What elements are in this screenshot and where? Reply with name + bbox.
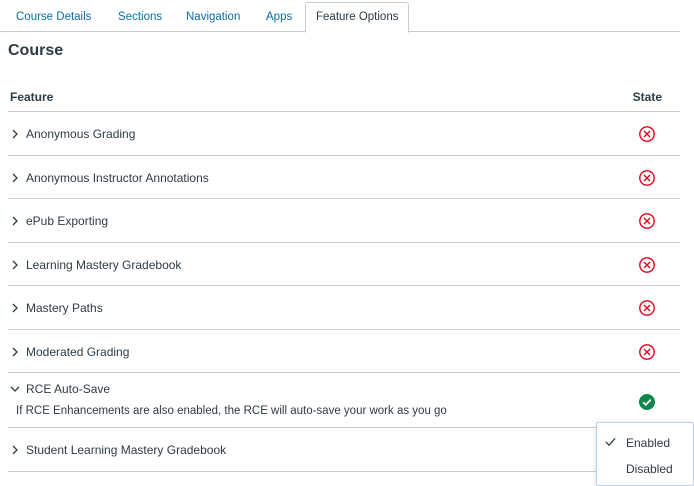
x-circle-icon[interactable]: [638, 299, 656, 317]
checkmark-icon: [605, 437, 616, 447]
menu-item-label: Disabled: [626, 462, 673, 476]
tab-feature-options[interactable]: Feature Options: [305, 2, 410, 33]
feature-toggle[interactable]: Mastery Paths: [10, 300, 103, 316]
chevron-right-icon: [12, 173, 18, 182]
feature-label: Anonymous Instructor Annotations: [26, 170, 209, 185]
menu-item-enabled[interactable]: Enabled: [597, 431, 693, 455]
x-circle-icon[interactable]: [638, 169, 656, 187]
feature-label: RCE Auto-Save: [26, 382, 111, 396]
header-state: State: [632, 90, 662, 104]
x-circle-icon[interactable]: [638, 212, 656, 230]
x-circle-icon[interactable]: [638, 343, 656, 361]
feature-label: Moderated Grading: [26, 344, 130, 359]
feature-row: Anonymous Instructor Annotations: [8, 156, 680, 199]
check-circle-icon[interactable]: [638, 393, 656, 411]
tab-navigation[interactable]: Navigation: [176, 6, 250, 32]
feature-row: Student Learning Mastery Gradebook: [8, 428, 680, 472]
chevron-right-icon: [12, 445, 18, 455]
chevron-right-icon: [12, 303, 18, 313]
chevron-right-icon: [12, 260, 18, 269]
feature-row: Learning Mastery Gradebook: [8, 243, 680, 286]
header-feature: Feature: [10, 90, 54, 104]
tab-course-details[interactable]: Course Details: [6, 6, 101, 32]
feature-toggle[interactable]: Moderated Grading: [10, 344, 129, 360]
feature-toggle[interactable]: ePub Exporting: [10, 213, 108, 229]
x-circle-icon[interactable]: [638, 256, 656, 274]
feature-toggle[interactable]: Student Learning Mastery Gradebook: [10, 442, 226, 458]
chevron-right-icon: [12, 129, 18, 139]
settings-tabs: Course Details Sections Navigation Apps …: [0, 0, 680, 33]
state-dropdown-menu: Enabled Disabled: [596, 422, 694, 486]
table-header: Feature State: [8, 80, 680, 112]
feature-toggle[interactable]: Anonymous Instructor Annotations: [10, 170, 209, 186]
feature-row: Mastery Paths: [8, 286, 680, 330]
feature-row: Anonymous Grading: [8, 112, 680, 156]
chevron-right-icon: [12, 347, 18, 356]
feature-toggle[interactable]: RCE Auto-Save: [10, 381, 110, 397]
feature-label: ePub Exporting: [26, 214, 109, 228]
feature-row: RCE Auto-Save If RCE Enhancements are al…: [8, 373, 680, 428]
tab-apps[interactable]: Apps: [256, 6, 302, 32]
chevron-right-icon: [12, 216, 18, 226]
feature-description: If RCE Enhancements are also enabled, th…: [16, 405, 447, 417]
feature-toggle[interactable]: Learning Mastery Gradebook: [10, 257, 181, 273]
feature-label: Student Learning Mastery Gradebook: [26, 443, 227, 457]
x-circle-icon[interactable]: [638, 125, 656, 143]
feature-label: Mastery Paths: [26, 301, 103, 315]
page-title: Course: [8, 42, 64, 59]
feature-row: Moderated Grading: [8, 330, 680, 373]
feature-label: Anonymous Grading: [26, 127, 136, 141]
chevron-down-icon: [10, 386, 20, 392]
feature-label: Learning Mastery Gradebook: [26, 257, 182, 272]
menu-item-label: Enabled: [626, 436, 671, 450]
feature-options-page: Course Details Sections Navigation Apps …: [0, 0, 694, 486]
tab-sections[interactable]: Sections: [108, 6, 172, 32]
feature-table: Feature State Anonymous Grading Anonymou…: [8, 80, 680, 472]
feature-row: ePub Exporting: [8, 199, 680, 243]
menu-item-disabled[interactable]: Disabled: [597, 457, 693, 481]
feature-toggle[interactable]: Anonymous Grading: [10, 126, 135, 142]
